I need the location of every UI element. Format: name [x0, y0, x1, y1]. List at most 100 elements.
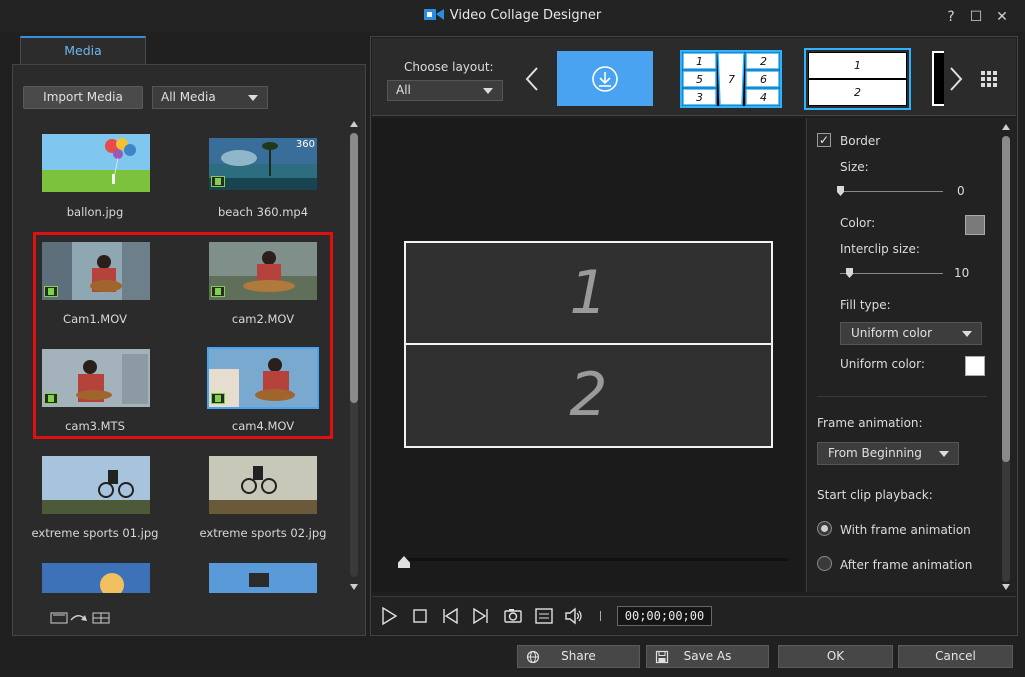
frame-animation-dropdown[interactable]: From Beginning	[817, 442, 959, 465]
media-thumb-cam2[interactable]	[209, 242, 317, 300]
chevron-down-icon	[248, 94, 258, 101]
collage-frame-2[interactable]: 2	[404, 343, 773, 448]
chevron-left-icon[interactable]	[524, 66, 540, 92]
media-filter-value: All Media	[161, 90, 216, 104]
storyboard-swap-icon[interactable]	[50, 611, 112, 625]
media-caption: Cam1.MOV	[63, 312, 127, 326]
next-frame-icon[interactable]	[471, 606, 491, 626]
layout-tile-7[interactable]: 1 2 5 7 6 3 4	[680, 50, 782, 108]
layout-tile-partial[interactable]	[932, 51, 944, 106]
layout-filter-dropdown[interactable]: All	[387, 80, 503, 101]
save-as-button[interactable]: Save As	[646, 645, 769, 668]
layout-filter-value: All	[396, 83, 411, 97]
scroll-up-icon[interactable]	[350, 121, 358, 127]
divider	[817, 396, 987, 397]
layout-slot-label: 3	[696, 91, 703, 104]
media-caption: extreme sports 02.jpg	[199, 526, 327, 540]
fill-type-dropdown[interactable]: Uniform color	[840, 322, 982, 345]
layout-slot-label: 4	[760, 91, 767, 104]
media-caption: ballon.jpg	[66, 205, 124, 219]
volume-icon[interactable]	[564, 606, 584, 626]
media-thumb-ballon[interactable]	[42, 134, 150, 192]
ok-button[interactable]: OK	[778, 645, 893, 668]
scroll-up-icon[interactable]	[1002, 124, 1010, 130]
frame-animation-label: Frame animation:	[817, 416, 923, 430]
border-color-swatch[interactable]	[965, 215, 985, 235]
download-layout-tile[interactable]	[557, 51, 653, 106]
properties-scrollbar-thumb[interactable]	[1002, 136, 1010, 462]
with-frame-animation-label: With frame animation	[840, 523, 971, 537]
video-clip-icon	[44, 286, 58, 297]
media-thumb-partial[interactable]	[42, 563, 150, 593]
layout-slot-label: 1	[808, 52, 907, 79]
chevron-down-icon	[962, 330, 972, 337]
uniform-color-swatch[interactable]	[965, 356, 985, 376]
grid-view-icon[interactable]	[981, 71, 998, 88]
after-frame-animation-radio[interactable]	[817, 556, 832, 571]
globe-share-icon	[526, 650, 540, 664]
media-thumb-partial[interactable]	[209, 563, 317, 593]
help-button[interactable]: ?	[943, 9, 959, 25]
collage-frame-1[interactable]: 1	[404, 241, 773, 345]
uniform-color-label: Uniform color:	[840, 357, 925, 371]
import-media-button[interactable]: Import Media	[23, 86, 143, 109]
extreme-sports-01-image	[42, 456, 150, 514]
layout-slot-label: 2	[808, 79, 907, 106]
after-frame-animation-label: After frame animation	[840, 558, 973, 572]
media-thumb-cam1[interactable]	[42, 242, 150, 300]
cam4-image	[209, 349, 317, 407]
properties-scrollbar[interactable]	[1002, 136, 1010, 582]
toolbar-divider	[600, 611, 601, 621]
media-scrollbar-thumb[interactable]	[350, 133, 358, 403]
color-label: Color:	[840, 216, 876, 230]
snapshot-camera-icon[interactable]	[503, 606, 523, 626]
layout-slot-label: 1	[696, 55, 703, 68]
360-badge: 360	[295, 139, 315, 150]
layout-slot-label: 5	[696, 73, 703, 86]
share-label: Share	[561, 649, 596, 663]
media-caption: extreme sports 01.jpg	[31, 526, 159, 540]
media-caption: beach 360.mp4	[217, 205, 309, 219]
video-clip-icon	[211, 176, 225, 187]
media-filter-dropdown[interactable]: All Media	[152, 86, 268, 109]
media-thumb-cam3[interactable]	[42, 349, 150, 407]
chevron-down-icon	[483, 87, 493, 94]
balloon-image	[42, 134, 150, 192]
close-button[interactable]: ✕	[994, 9, 1010, 25]
subtitle-icon[interactable]	[534, 606, 554, 626]
maximize-button[interactable]: ☐	[968, 9, 984, 25]
layout-slot-label: 7	[728, 73, 735, 86]
layout-tile-2-selected[interactable]: 1 2	[804, 48, 911, 110]
save-as-label: Save As	[683, 649, 732, 663]
stop-icon[interactable]	[410, 606, 430, 626]
play-icon[interactable]	[379, 606, 399, 626]
previous-frame-icon[interactable]	[440, 606, 460, 626]
interclip-slider[interactable]	[840, 273, 943, 274]
media-thumb-beach-360[interactable]: 360	[209, 138, 317, 190]
media-thumb-cam4-selected[interactable]	[207, 347, 319, 409]
fill-type-value: Uniform color	[851, 326, 933, 340]
timeline-track[interactable]	[404, 558, 789, 561]
scroll-down-icon[interactable]	[350, 584, 358, 590]
cancel-button[interactable]: Cancel	[898, 645, 1013, 668]
media-caption: cam3.MTS	[65, 419, 125, 433]
tab-media[interactable]: Media	[20, 36, 146, 65]
share-button[interactable]: Share	[517, 645, 640, 668]
cam3-image	[42, 349, 150, 407]
media-thumb-extreme-01[interactable]	[42, 456, 150, 514]
video-clip-icon	[44, 393, 58, 404]
with-frame-animation-radio[interactable]	[817, 521, 832, 536]
border-checkbox[interactable]: ✓	[817, 133, 831, 147]
media-caption: cam4.MOV	[231, 419, 295, 433]
video-clip-icon	[211, 393, 225, 404]
chevron-right-icon[interactable]	[948, 66, 964, 92]
border-label: Border	[840, 134, 881, 148]
timecode-display[interactable]: 00;00;00;00	[617, 606, 712, 626]
media-scrollbar[interactable]	[350, 133, 358, 577]
window-title: Video Collage Designer	[0, 8, 1025, 23]
layout-slot-label: 6	[760, 73, 767, 86]
size-slider[interactable]	[840, 191, 943, 192]
cam1-image	[42, 242, 150, 300]
scroll-down-icon[interactable]	[1002, 584, 1010, 590]
media-thumb-extreme-02[interactable]	[209, 456, 317, 514]
